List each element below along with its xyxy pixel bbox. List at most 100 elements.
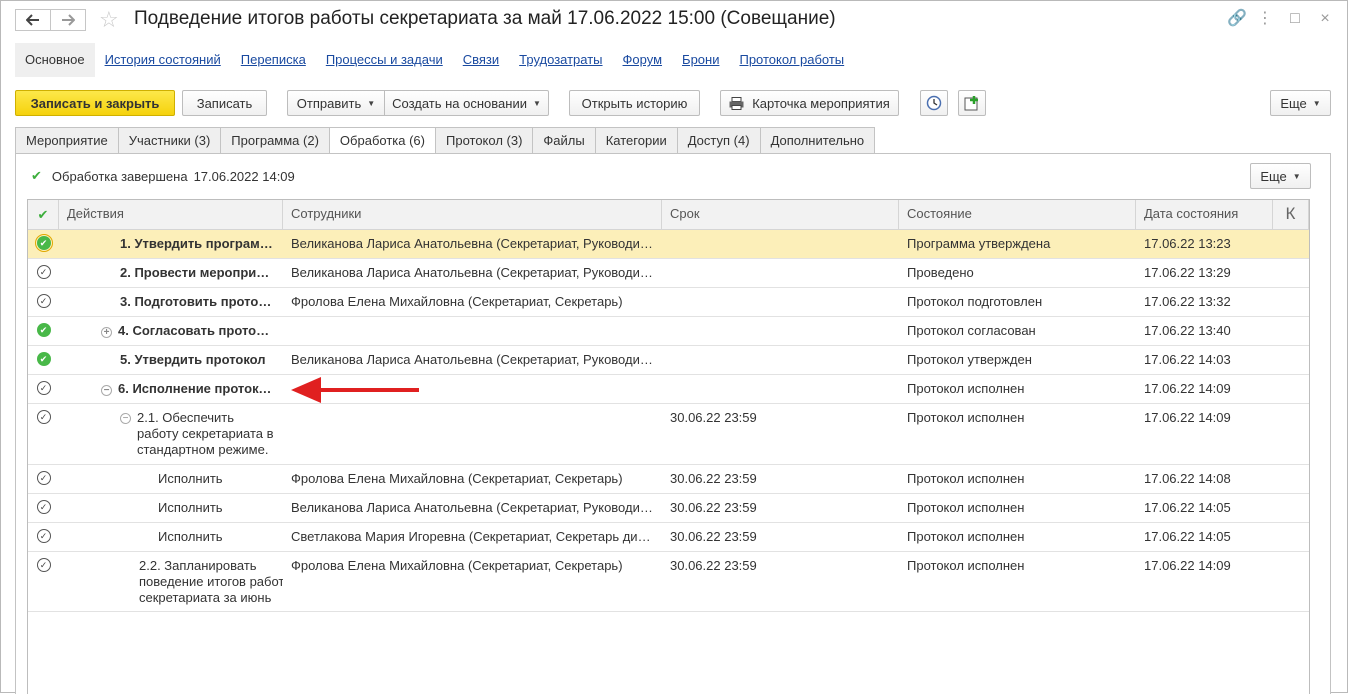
table-row[interactable]: ✓ −6. Исполнение протокола Протокол испо… — [28, 375, 1309, 404]
nav-item-main[interactable]: Основное — [15, 43, 95, 77]
maximize-icon[interactable]: □ — [1287, 9, 1303, 29]
row-state: Программа утверждена — [907, 236, 1051, 251]
row-action: Исполнить — [158, 529, 223, 544]
table-row[interactable]: ✔ 1. Утвердить программу Великанова Лари… — [28, 230, 1309, 259]
table-row[interactable]: ✓ 2.2. Запланировать поведение итогов ра… — [28, 552, 1309, 612]
row-employee: Великанова Лариса Анатольевна (Секретари… — [291, 265, 662, 280]
arrow-right-icon — [62, 14, 75, 26]
row-employee: Светлакова Мария Игоревна (Секретариат, … — [291, 529, 662, 544]
row-due: 30.06.22 23:59 — [670, 410, 757, 425]
forward-button[interactable] — [50, 9, 86, 31]
tab-processing[interactable]: Обработка (6) — [328, 127, 436, 155]
table-row[interactable]: ✓ Исполнить Фролова Елена Михайловна (Се… — [28, 465, 1309, 494]
header-check[interactable]: ✔ — [28, 200, 59, 229]
kebab-menu-icon[interactable]: ⋮ — [1257, 9, 1273, 29]
favorite-star-icon[interactable]: ☆ — [99, 7, 119, 33]
row-due: 30.06.22 23:59 — [670, 471, 757, 486]
tab-categories[interactable]: Категории — [594, 127, 678, 153]
completed-icon: ✔ — [36, 323, 51, 337]
row-action: 2.1. Обеспечить работу секретариата в ст… — [137, 410, 274, 464]
row-date: 17.06.22 14:08 — [1144, 471, 1231, 486]
add-green-button[interactable] — [958, 90, 986, 116]
more-button[interactable]: Еще ▼ — [1270, 90, 1331, 116]
back-button[interactable] — [15, 9, 51, 31]
processing-more-button[interactable]: Еще ▼ — [1250, 163, 1311, 189]
collapse-icon[interactable]: − — [120, 413, 131, 424]
tab-access[interactable]: Доступ (4) — [676, 127, 761, 153]
nav-item-state-history[interactable]: История состояний — [95, 43, 231, 77]
row-due: 30.06.22 23:59 — [670, 558, 757, 573]
clock-button[interactable] — [920, 90, 948, 116]
row-date: 17.06.22 14:09 — [1144, 558, 1231, 573]
send-button[interactable]: Отправить ▼ — [287, 90, 384, 116]
row-employee: Великанова Лариса Анатольевна (Секретари… — [291, 352, 662, 367]
row-date: 17.06.22 14:05 — [1144, 500, 1231, 515]
header-state-date[interactable]: Дата состояния — [1136, 200, 1273, 229]
check-circle-icon: ✓ — [36, 381, 51, 395]
chevron-down-icon: ▼ — [1312, 98, 1321, 108]
row-due — [662, 230, 899, 258]
header-employees[interactable]: Сотрудники — [283, 200, 662, 229]
tab-additional[interactable]: Дополнительно — [759, 127, 876, 153]
status-date: 17.06.2022 14:09 — [193, 168, 295, 184]
table-row[interactable]: ✓ 2. Провести мероприятие Великанова Лар… — [28, 259, 1309, 288]
processing-table: ✔ Действия Сотрудники Срок Состояние Дат… — [27, 199, 1310, 694]
row-action: 3. Подготовить протокол — [120, 294, 281, 309]
save-and-close-button[interactable]: Записать и закрыть — [15, 90, 175, 116]
tab-program[interactable]: Программа (2) — [220, 127, 330, 153]
nav-item-labor[interactable]: Трудозатраты — [509, 43, 612, 77]
row-state: Протокол исполнен — [907, 410, 1025, 425]
collapse-icon[interactable]: − — [101, 385, 112, 396]
row-state: Протокол утвержден — [907, 352, 1032, 367]
header-k[interactable]: К — [1273, 200, 1309, 229]
printer-icon — [729, 96, 744, 110]
nav-item-bookings[interactable]: Брони — [672, 43, 729, 77]
row-employee — [283, 404, 662, 464]
row-employee: Великанова Лариса Анатольевна (Секретари… — [291, 500, 662, 515]
open-history-button[interactable]: Открыть историю — [569, 90, 700, 116]
save-button[interactable]: Записать — [182, 90, 267, 116]
row-state: Протокол согласован — [907, 323, 1036, 338]
table-row[interactable]: ✓ −2.1. Обеспечить работу секретариата в… — [28, 404, 1309, 465]
row-due: 30.06.22 23:59 — [670, 500, 757, 515]
checkmark-icon: ✔ — [31, 168, 42, 183]
close-icon[interactable]: × — [1317, 9, 1333, 29]
nav-item-work-log[interactable]: Протокол работы — [729, 43, 854, 77]
table-row[interactable]: ✓ Исполнить Светлакова Мария Игоревна (С… — [28, 523, 1309, 552]
nav-item-links[interactable]: Связи — [453, 43, 509, 77]
nav-item-correspondence[interactable]: Переписка — [231, 43, 316, 77]
table-row[interactable]: ✔ 5. Утвердить протокол Великанова Ларис… — [28, 346, 1309, 375]
link-icon[interactable]: 🔗 — [1227, 9, 1247, 29]
event-card-button[interactable]: Карточка мероприятия — [720, 90, 899, 116]
row-state: Протокол исполнен — [907, 529, 1025, 544]
row-state: Протокол исполнен — [907, 500, 1025, 515]
table-row[interactable]: ✓ Исполнить Великанова Лариса Анатольевн… — [28, 494, 1309, 523]
row-date: 17.06.22 13:23 — [1144, 236, 1231, 251]
tab-participants[interactable]: Участники (3) — [117, 127, 222, 153]
check-circle-icon: ✓ — [36, 529, 51, 543]
row-action: 6. Исполнение протокола — [118, 381, 282, 396]
tab-protocol[interactable]: Протокол (3) — [435, 127, 534, 153]
header-state[interactable]: Состояние — [899, 200, 1136, 229]
check-circle-icon: ✓ — [36, 265, 51, 279]
table-row[interactable]: ✔ +4. Согласовать протокол Протокол согл… — [28, 317, 1309, 346]
nav-item-forum[interactable]: Форум — [613, 43, 673, 77]
tab-event[interactable]: Мероприятие — [15, 127, 119, 153]
row-due — [662, 346, 899, 374]
clock-icon — [926, 95, 942, 111]
chevron-down-icon: ▼ — [1292, 171, 1301, 181]
tab-files[interactable]: Файлы — [532, 127, 596, 153]
create-based-on-button[interactable]: Создать на основании ▼ — [384, 90, 549, 116]
section-nav: Основное История состояний Переписка Про… — [15, 43, 854, 77]
header-actions[interactable]: Действия — [59, 200, 283, 229]
completed-icon: ✔ — [34, 234, 53, 252]
row-employee: Великанова Лариса Анатольевна (Секретари… — [291, 236, 662, 251]
checkmark-icon: ✔ — [37, 206, 49, 222]
table-row[interactable]: ✓ 3. Подготовить протокол Фролова Елена … — [28, 288, 1309, 317]
expand-icon[interactable]: + — [101, 327, 112, 338]
check-circle-icon: ✓ — [36, 410, 51, 424]
row-action: Исполнить — [158, 471, 223, 486]
nav-item-processes[interactable]: Процессы и задачи — [316, 43, 453, 77]
row-employee: Фролова Елена Михайловна (Секретариат, С… — [291, 471, 623, 486]
header-due[interactable]: Срок — [662, 200, 899, 229]
